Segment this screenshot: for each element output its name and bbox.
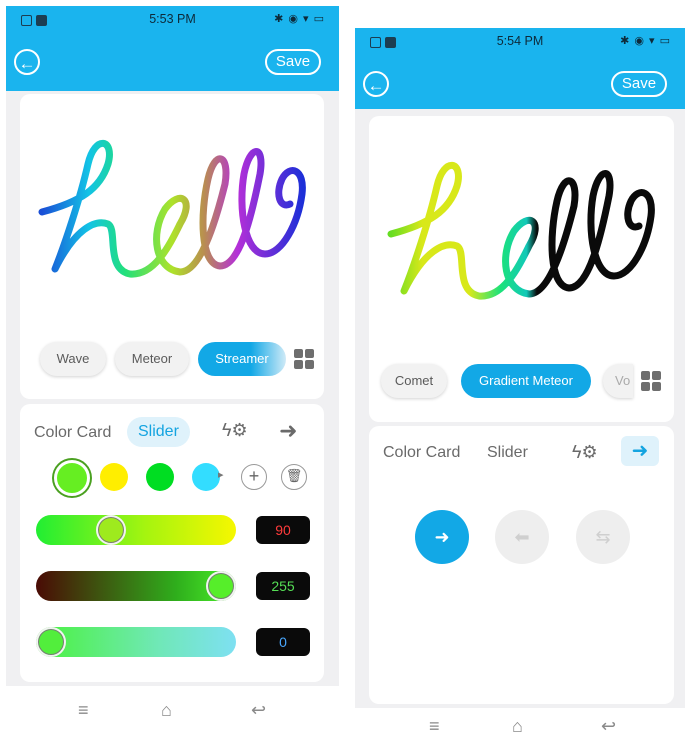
effect-settings-icon[interactable]: ϟ⚙	[222, 420, 248, 441]
home-nav-icon[interactable]: ⌂	[512, 716, 523, 737]
hello-stroke	[38, 139, 306, 278]
direction-right-button[interactable]: ➜	[415, 510, 469, 564]
right-phone-screen: 5:54 PM ✱ ◉ ▾ ▭ ← Save Comet Gradient Me…	[355, 28, 685, 740]
converge-icon: ⇆	[595, 527, 611, 547]
hue-slider-thumb[interactable]	[96, 515, 126, 545]
tab-color-card[interactable]: Color Card	[34, 424, 111, 442]
back-button[interactable]: ←	[14, 49, 40, 75]
hello-preview	[387, 161, 655, 300]
control-card: Color Card Slider ϟ⚙ ➜ ▸ + 🗑 90 255 0	[20, 404, 324, 682]
right-arrow-icon: ➜	[434, 527, 450, 547]
direction-converge-button[interactable]: ⇆	[576, 510, 630, 564]
title-bar: ← Save	[6, 39, 339, 91]
direction-arrow-icon[interactable]: ➜	[621, 436, 659, 466]
more-effects-grid-icon[interactable]	[294, 349, 314, 369]
hello-preview	[38, 139, 306, 278]
system-nav-bar: ≡ ⌂ ↩	[355, 708, 685, 740]
brightness-value: 255	[256, 572, 310, 600]
brightness-slider-thumb[interactable]	[206, 571, 236, 601]
tab-slider[interactable]: Slider	[127, 417, 190, 447]
system-nav-bar: ≡ ⌂ ↩	[6, 686, 339, 728]
save-button[interactable]: Save	[265, 49, 321, 75]
hello-stroke	[387, 161, 655, 300]
color-swatch[interactable]	[192, 463, 220, 491]
signal-battery-icons: ✱ ◉ ▾ ▭	[620, 35, 671, 47]
status-bar: 5:54 PM ✱ ◉ ▾ ▭	[355, 28, 685, 61]
signal-battery-icons: ✱ ◉ ▾ ▭	[274, 13, 325, 25]
status-bar: 5:53 PM ✱ ◉ ▾ ▭	[6, 6, 339, 39]
title-bar: ← Save	[355, 61, 685, 109]
menu-nav-icon[interactable]: ≡	[429, 716, 440, 737]
effect-settings-icon[interactable]: ϟ⚙	[572, 442, 598, 463]
saturation-value: 0	[256, 628, 310, 656]
plus-icon: +	[248, 466, 260, 486]
brightness-slider[interactable]	[36, 571, 236, 601]
save-button[interactable]: Save	[611, 71, 667, 97]
effect-meteor-button[interactable]: Meteor	[115, 342, 189, 376]
tab-color-card[interactable]: Color Card	[383, 444, 460, 462]
effect-gradient-meteor-button[interactable]: Gradient Meteor	[461, 364, 591, 398]
tab-slider[interactable]: Slider	[487, 444, 528, 462]
color-swatch[interactable]	[54, 460, 90, 496]
hue-slider[interactable]	[36, 515, 236, 545]
left-arrow-icon: ⬅	[514, 527, 530, 547]
effect-streamer-button[interactable]: Streamer	[198, 342, 286, 376]
effect-vo-button[interactable]: Vo	[603, 364, 633, 398]
trash-icon: 🗑	[285, 468, 303, 483]
more-effects-grid-icon[interactable]	[641, 371, 661, 391]
back-arrow-icon: ←	[18, 54, 36, 73]
direction-left-button[interactable]: ⬅	[495, 510, 549, 564]
swatch-scroll-caret-icon: ▸	[218, 469, 224, 481]
hue-value: 90	[256, 516, 310, 544]
saturation-slider[interactable]	[36, 627, 236, 657]
back-arrow-icon: ←	[367, 76, 385, 95]
color-swatch[interactable]	[100, 463, 128, 491]
home-nav-icon[interactable]: ⌂	[161, 700, 172, 721]
menu-nav-icon[interactable]: ≡	[78, 700, 89, 721]
left-phone-screen: 5:53 PM ✱ ◉ ▾ ▭ ← Save Wave Meteor Strea…	[6, 6, 339, 728]
effect-comet-button[interactable]: Comet	[381, 364, 447, 398]
direction-arrow-icon[interactable]: ➜	[279, 418, 297, 444]
preview-card: Comet Gradient Meteor Vo	[369, 116, 674, 422]
effect-wave-button[interactable]: Wave	[40, 342, 106, 376]
color-swatch[interactable]	[146, 463, 174, 491]
back-nav-icon[interactable]: ↩	[601, 716, 616, 737]
back-nav-icon[interactable]: ↩	[251, 700, 266, 721]
add-color-button[interactable]: +	[241, 464, 267, 490]
back-button[interactable]: ←	[363, 71, 389, 97]
control-card: Color Card Slider ϟ⚙ ➜ ➜ ⬅ ⇆	[369, 426, 674, 704]
saturation-slider-thumb[interactable]	[36, 627, 66, 657]
delete-color-button[interactable]: 🗑	[281, 464, 307, 490]
preview-card: Wave Meteor Streamer	[20, 94, 324, 399]
